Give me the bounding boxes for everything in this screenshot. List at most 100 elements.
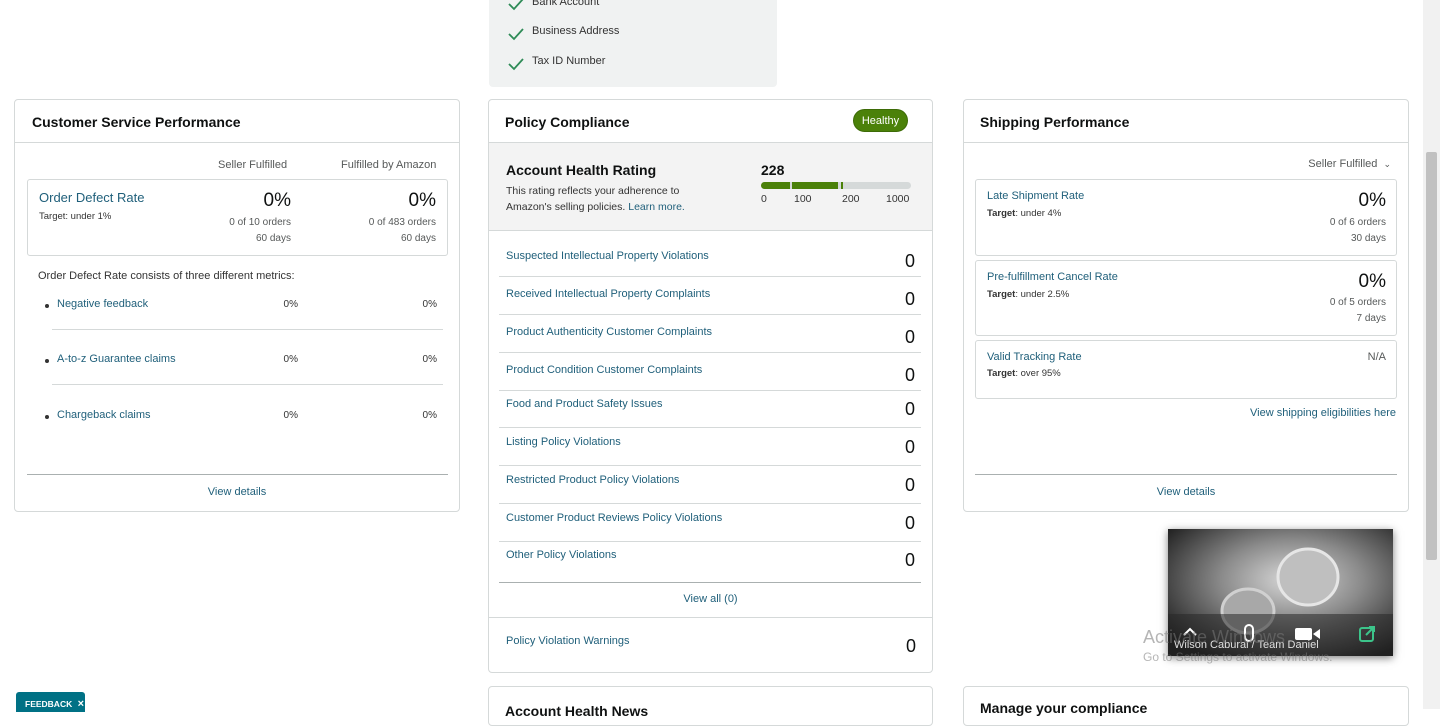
policy-row[interactable]: Food and Product Safety Issues 0 <box>499 391 921 428</box>
bullet <box>45 415 49 419</box>
odr-amazon-pct: 0% <box>408 190 436 211</box>
late-shipment-link[interactable]: Late Shipment Rate <box>987 190 1084 202</box>
policy-row-label[interactable]: Restricted Product Policy Violations <box>506 474 679 486</box>
policy-row-label[interactable]: Customer Product Reviews Policy Violatio… <box>506 512 722 524</box>
policy-row-label[interactable]: Other Policy Violations <box>506 549 616 561</box>
valid-tracking-box: Valid Tracking Rate Target: over 95% N/A <box>975 340 1397 399</box>
cancel-rate-link[interactable]: Pre-fulfillment Cancel Rate <box>987 271 1118 283</box>
feedback-tab[interactable]: FEEDBACK × <box>16 692 85 712</box>
shipping-eligibility-link[interactable]: View shipping eligibilities here <box>1250 407 1396 419</box>
customer-service-card: Customer Service Performance Seller Fulf… <box>14 99 460 512</box>
policy-row-count: 0 <box>904 251 915 271</box>
odr-seller-pct: 0% <box>263 190 291 211</box>
divider <box>52 329 443 330</box>
metric-pct: 0% <box>1358 190 1386 211</box>
watermark-line1: Activate Windows <box>1143 627 1286 647</box>
policy-row[interactable]: Product Authenticity Customer Complaints… <box>499 315 921 353</box>
fulfillment-filter[interactable]: Seller Fulfilled ⌄ <box>1308 158 1391 170</box>
odr-description: Order Defect Rate consists of three diff… <box>38 270 295 282</box>
scrollbar-thumb[interactable] <box>1426 152 1437 560</box>
metric-days: 7 days <box>1356 313 1386 324</box>
policy-row-label[interactable]: Listing Policy Violations <box>506 436 621 448</box>
metric-pct: 0% <box>1358 271 1386 292</box>
odr-amazon-orders: 0 of 483 orders <box>368 217 436 228</box>
column-header-seller: Seller Fulfilled <box>218 159 288 171</box>
late-shipment-box: Late Shipment Rate Target: under 4% 0% 0… <box>975 179 1397 256</box>
policy-row-count: 0 <box>904 399 915 419</box>
policy-row-count: 0 <box>904 550 915 570</box>
valid-tracking-link[interactable]: Valid Tracking Rate <box>987 351 1082 363</box>
watermark-line2: Go to Settings to activate Windows. <box>1143 650 1333 664</box>
policy-row-label[interactable]: Suspected Intellectual Property Violatio… <box>506 250 709 262</box>
metric-negative-feedback[interactable]: Negative feedback <box>57 298 148 310</box>
metric-orders: 0 of 5 orders <box>1329 297 1386 308</box>
filter-label: Seller Fulfilled <box>1308 158 1378 170</box>
policy-row-count: 0 <box>904 365 915 385</box>
healthy-badge: Healthy <box>853 109 908 132</box>
target-label: Target <box>39 211 66 222</box>
policy-row-count: 0 <box>904 513 915 533</box>
verification-panel <box>489 0 777 87</box>
odr-link[interactable]: Order Defect Rate <box>39 190 145 205</box>
metric-target: Target: under 2.5% <box>987 289 1069 300</box>
card-title: Account Health News <box>505 703 649 719</box>
gauge-marker <box>841 182 843 189</box>
target-value: : over 95% <box>1015 368 1061 379</box>
policy-row-count: 0 <box>904 289 915 309</box>
policy-row-label[interactable]: Product Condition Customer Complaints <box>506 364 702 376</box>
metric-amazon-value: 0% <box>422 410 437 421</box>
view-details-link[interactable]: View details <box>964 486 1408 498</box>
bullet <box>45 304 49 308</box>
learn-more-link[interactable]: Learn more. <box>628 201 685 213</box>
divider <box>964 142 1408 143</box>
activation-watermark: Activate Windows Go to Settings to activ… <box>1143 627 1332 664</box>
policy-row[interactable]: Received Intellectual Property Complaint… <box>499 277 921 315</box>
card-title: Customer Service Performance <box>32 114 241 130</box>
metric-pct: N/A <box>1367 351 1386 363</box>
target-value: : under 1% <box>65 211 112 222</box>
close-icon[interactable]: × <box>78 698 84 710</box>
gauge-segment <box>792 182 838 189</box>
target-label: Target <box>987 368 1016 379</box>
chevron-down-icon: ⌄ <box>1383 159 1391 169</box>
policy-row-count: 0 <box>904 327 915 347</box>
policy-compliance-card: Policy Compliance Healthy Account Health… <box>488 99 933 673</box>
policy-row-count: 0 <box>904 475 915 495</box>
odr-target: Target: under 1% <box>39 211 111 222</box>
view-all-link[interactable]: View all (0) <box>489 593 932 605</box>
popout-icon[interactable] <box>1358 625 1376 643</box>
verification-item: Bank Account <box>532 0 600 8</box>
policy-row[interactable]: Product Condition Customer Complaints 0 <box>499 353 921 391</box>
check-icon <box>507 0 525 12</box>
metric-seller-value: 0% <box>283 410 298 421</box>
policy-row[interactable]: Other Policy Violations 0 <box>499 542 921 583</box>
metric-a-to-z-claims[interactable]: A-to-z Guarantee claims <box>57 353 176 365</box>
page-scrollbar[interactable] <box>1423 0 1440 709</box>
column-header-amazon: Fulfilled by Amazon <box>341 159 437 171</box>
metric-chargeback-claims[interactable]: Chargeback claims <box>57 409 151 421</box>
divider <box>975 474 1397 475</box>
policy-row[interactable]: Customer Product Reviews Policy Violatio… <box>499 504 921 542</box>
policy-row-label[interactable]: Food and Product Safety Issues <box>506 398 663 410</box>
policy-warnings-link[interactable]: Policy Violation Warnings <box>506 635 630 647</box>
view-details-link[interactable]: View details <box>15 486 459 498</box>
ahr-score: 228 <box>761 162 785 178</box>
odr-seller-days: 60 days <box>255 233 291 244</box>
verification-item: Business Address <box>532 25 620 37</box>
metric-target: Target: under 4% <box>987 208 1061 219</box>
policy-row-label[interactable]: Product Authenticity Customer Complaints <box>506 326 712 338</box>
scale-label: 100 <box>794 193 812 205</box>
ahr-description: This rating reflects your adherence to A… <box>506 183 716 215</box>
cancel-rate-box: Pre-fulfillment Cancel Rate Target: unde… <box>975 260 1397 336</box>
metric-orders: 0 of 6 orders <box>1329 217 1386 228</box>
policy-row[interactable]: Suspected Intellectual Property Violatio… <box>499 239 921 277</box>
policy-row[interactable]: Listing Policy Violations 0 <box>499 428 921 466</box>
feedback-label: FEEDBACK <box>25 699 73 709</box>
divider <box>52 384 443 385</box>
verification-item: Tax ID Number <box>532 55 606 67</box>
odr-amazon-days: 60 days <box>400 233 436 244</box>
policy-row[interactable]: Restricted Product Policy Violations 0 <box>499 466 921 504</box>
target-label: Target <box>987 208 1016 219</box>
ahr-gauge <box>761 182 911 189</box>
policy-row-label[interactable]: Received Intellectual Property Complaint… <box>506 288 710 300</box>
